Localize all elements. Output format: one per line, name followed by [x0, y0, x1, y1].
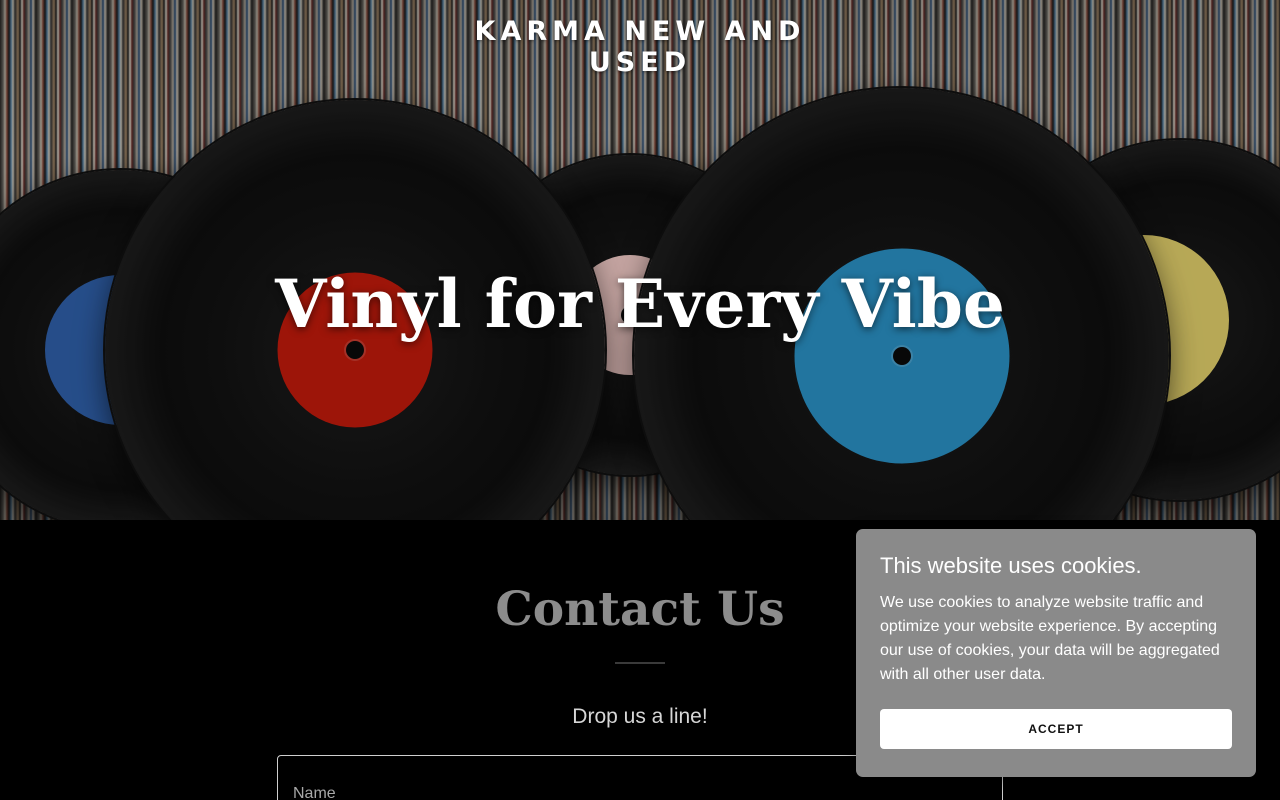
hero-section: KARMA NEW AND USED Vinyl for Every Vibe — [0, 0, 1280, 520]
site-brand-logo[interactable]: KARMA NEW AND USED — [440, 16, 840, 78]
cookie-banner: This website uses cookies. We use cookie… — [856, 529, 1256, 777]
cookie-banner-text: We use cookies to analyze website traffi… — [880, 594, 1220, 683]
cookie-banner-title: This website uses cookies. — [880, 553, 1142, 578]
section-divider — [615, 662, 665, 664]
hero-title: Vinyl for Every Vibe — [275, 265, 1005, 343]
accept-cookies-button[interactable]: ACCEPT — [880, 709, 1232, 749]
